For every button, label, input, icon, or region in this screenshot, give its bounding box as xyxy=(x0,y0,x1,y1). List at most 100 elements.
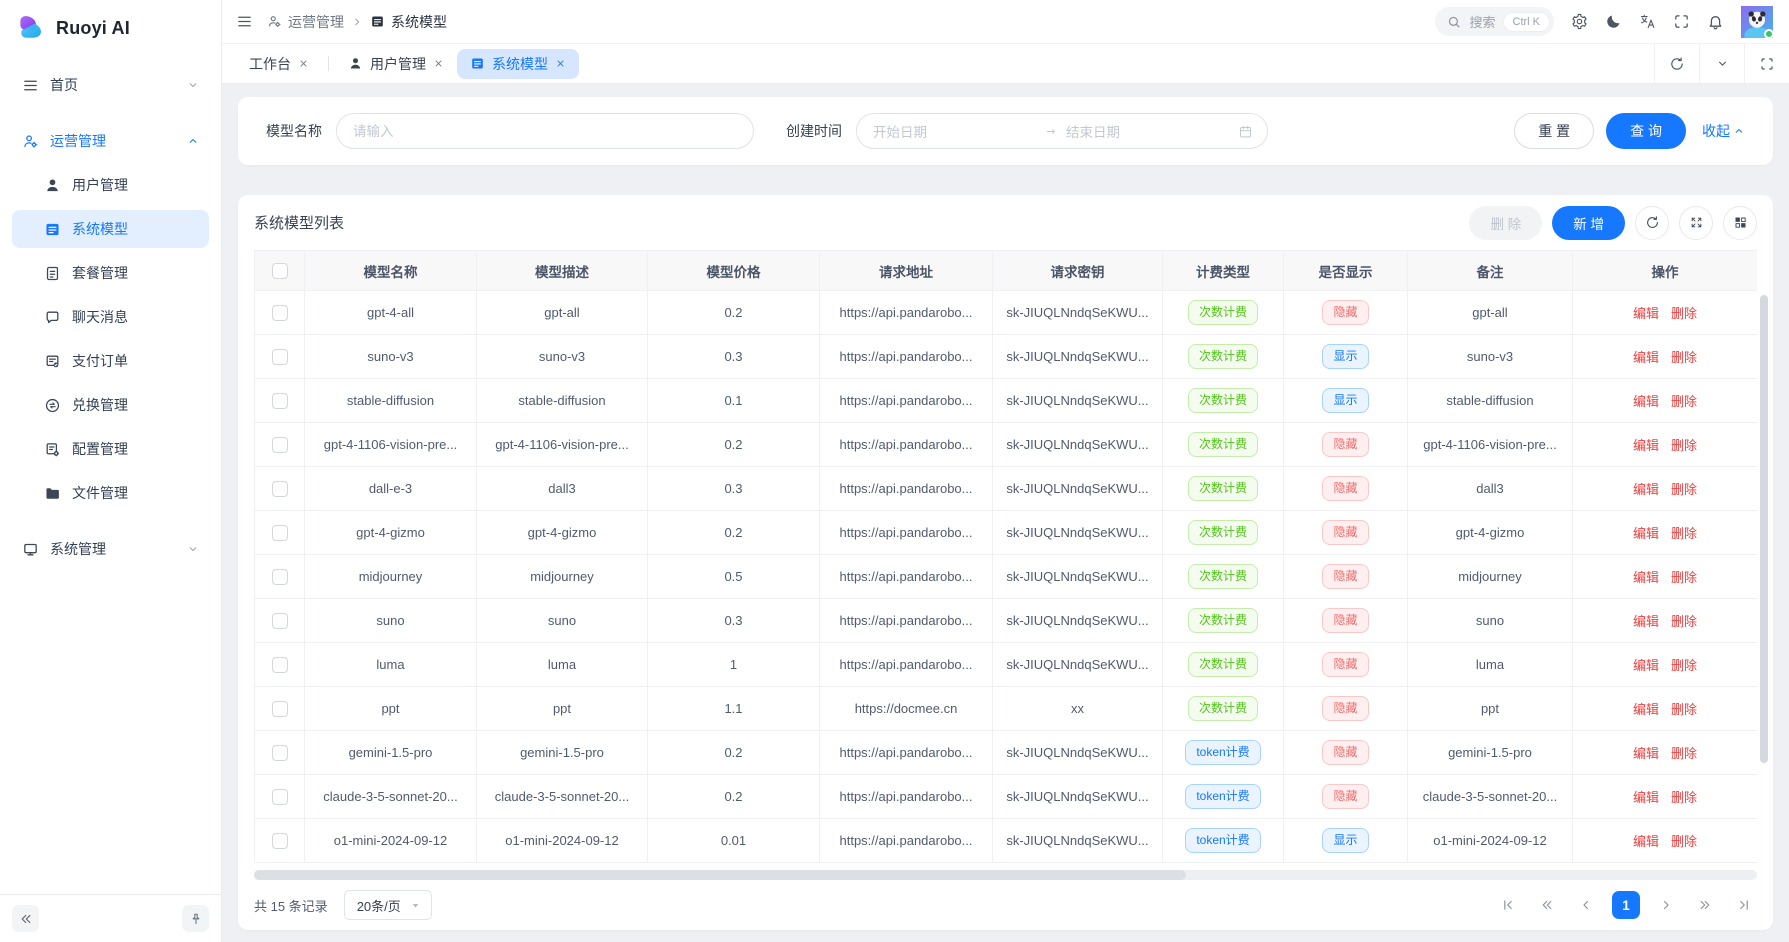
breadcrumb-item-system-model[interactable]: 系统模型 xyxy=(370,12,447,32)
row-checkbox[interactable] xyxy=(272,701,288,717)
settings-icon[interactable] xyxy=(1571,13,1588,30)
sidebar-collapse-button[interactable] xyxy=(12,905,39,932)
row-checkbox[interactable] xyxy=(272,569,288,585)
tab-refresh-button[interactable] xyxy=(1654,44,1699,83)
hamburger-menu-icon[interactable] xyxy=(236,13,253,30)
row-checkbox[interactable] xyxy=(272,525,288,541)
collapse-filter-link[interactable]: 收起 xyxy=(1702,121,1745,141)
fullscreen-icon[interactable] xyxy=(1673,13,1690,30)
delete-link[interactable]: 删除 xyxy=(1671,614,1697,629)
close-icon[interactable] xyxy=(298,58,309,69)
delete-link[interactable]: 删除 xyxy=(1671,658,1697,673)
sidebar-item-package-mgmt[interactable]: 套餐管理 xyxy=(12,254,209,292)
delete-link[interactable]: 删除 xyxy=(1671,482,1697,497)
tab-maximize-button[interactable] xyxy=(1744,44,1789,83)
pagination-page-1[interactable]: 1 xyxy=(1612,891,1640,919)
pagination-next-fast-button[interactable] xyxy=(1692,892,1718,918)
dark-mode-icon[interactable] xyxy=(1605,13,1622,30)
user-avatar[interactable] xyxy=(1741,6,1773,38)
sidebar-item-exchange-mgmt[interactable]: 兑换管理 xyxy=(12,386,209,424)
cell-model-name: gpt-4-1106-vision-pre... xyxy=(305,423,477,467)
delete-link[interactable]: 删除 xyxy=(1671,570,1697,585)
close-icon[interactable] xyxy=(433,58,444,69)
edit-link[interactable]: 编辑 xyxy=(1633,834,1659,849)
row-checkbox[interactable] xyxy=(272,657,288,673)
table-fullscreen-button[interactable] xyxy=(1679,206,1713,240)
pagination-last-button[interactable] xyxy=(1731,892,1757,918)
create-time-range-picker[interactable]: 开始日期 结束日期 xyxy=(856,113,1268,149)
sidebar-item-system-model[interactable]: 系统模型 xyxy=(12,210,209,248)
table-refresh-button[interactable] xyxy=(1635,206,1669,240)
row-checkbox[interactable] xyxy=(272,481,288,497)
global-search[interactable]: 搜索 Ctrl K xyxy=(1435,7,1554,36)
model-name-input[interactable] xyxy=(336,113,754,149)
edit-link[interactable]: 编辑 xyxy=(1633,790,1659,805)
sidebar-item-config-mgmt[interactable]: 配置管理 xyxy=(12,430,209,468)
sidebar-item-system-mgmt[interactable]: 系统管理 xyxy=(12,530,209,568)
row-checkbox[interactable] xyxy=(272,437,288,453)
add-button[interactable]: 新 增 xyxy=(1552,206,1625,240)
delete-link[interactable]: 删除 xyxy=(1671,350,1697,365)
edit-link[interactable]: 编辑 xyxy=(1633,394,1659,409)
notifications-icon[interactable] xyxy=(1707,13,1724,30)
row-checkbox[interactable] xyxy=(272,833,288,849)
row-checkbox[interactable] xyxy=(272,613,288,629)
sidebar-item-chat-messages[interactable]: 聊天消息 xyxy=(12,298,209,336)
delete-link[interactable]: 删除 xyxy=(1671,790,1697,805)
table-row: gpt-4-1106-vision-pre...gpt-4-1106-visio… xyxy=(255,423,1758,467)
horizontal-scrollbar-thumb[interactable] xyxy=(254,870,1186,880)
delete-link[interactable]: 删除 xyxy=(1671,438,1697,453)
sidebar-item-payment-orders[interactable]: 支付订单 xyxy=(12,342,209,380)
edit-link[interactable]: 编辑 xyxy=(1633,570,1659,585)
edit-link[interactable]: 编辑 xyxy=(1633,438,1659,453)
sidebar-item-file-mgmt[interactable]: 文件管理 xyxy=(12,474,209,512)
delete-button[interactable]: 删 除 xyxy=(1469,206,1542,240)
edit-link[interactable]: 编辑 xyxy=(1633,350,1659,365)
pagination-prev-button[interactable] xyxy=(1573,892,1599,918)
sidebar-item-home[interactable]: 首页 xyxy=(12,66,209,104)
row-checkbox[interactable] xyxy=(272,393,288,409)
pagination-next-button[interactable] xyxy=(1653,892,1679,918)
row-checkbox[interactable] xyxy=(272,305,288,321)
sidebar-item-label: 配置管理 xyxy=(72,439,128,459)
delete-link[interactable]: 删除 xyxy=(1671,834,1697,849)
edit-link[interactable]: 编辑 xyxy=(1633,526,1659,541)
row-checkbox[interactable] xyxy=(272,745,288,761)
cell-request-url: https://api.pandarobo... xyxy=(820,467,993,511)
column-settings-button[interactable] xyxy=(1723,206,1757,240)
header-cell: 是否显示 xyxy=(1284,251,1408,291)
page-size-select[interactable]: 20条/页 xyxy=(344,890,432,920)
breadcrumb-item-operations[interactable]: 运营管理 xyxy=(267,12,344,32)
edit-link[interactable]: 编辑 xyxy=(1633,482,1659,497)
edit-link[interactable]: 编辑 xyxy=(1633,614,1659,629)
sidebar-item-user-mgmt[interactable]: 用户管理 xyxy=(12,166,209,204)
tab-workbench[interactable]: 工作台 xyxy=(236,49,322,79)
row-checkbox[interactable] xyxy=(272,789,288,805)
query-button[interactable]: 查 询 xyxy=(1606,113,1686,149)
delete-link[interactable]: 删除 xyxy=(1671,746,1697,761)
sidebar-item-operations[interactable]: 运营管理 xyxy=(12,122,209,160)
delete-link[interactable]: 删除 xyxy=(1671,702,1697,717)
sidebar-pin-button[interactable] xyxy=(182,905,209,932)
language-icon[interactable] xyxy=(1639,13,1656,30)
select-all-checkbox[interactable] xyxy=(272,263,288,279)
delete-link[interactable]: 删除 xyxy=(1671,394,1697,409)
pagination-prev-fast-button[interactable] xyxy=(1534,892,1560,918)
tab-more-button[interactable] xyxy=(1699,44,1744,83)
pagination-first-button[interactable] xyxy=(1495,892,1521,918)
edit-link[interactable]: 编辑 xyxy=(1633,306,1659,321)
vertical-scrollbar[interactable] xyxy=(1760,295,1768,763)
reset-button[interactable]: 重 置 xyxy=(1514,113,1594,149)
edit-link[interactable]: 编辑 xyxy=(1633,746,1659,761)
edit-link[interactable]: 编辑 xyxy=(1633,702,1659,717)
horizontal-scrollbar[interactable] xyxy=(254,870,1757,880)
row-checkbox[interactable] xyxy=(272,349,288,365)
edit-link[interactable]: 编辑 xyxy=(1633,658,1659,673)
brand-area[interactable]: Ruoyi AI xyxy=(0,0,221,56)
close-icon[interactable] xyxy=(555,58,566,69)
sidebar-menu: 首页运营管理用户管理系统模型套餐管理聊天消息支付订单兑换管理配置管理文件管理系统… xyxy=(0,56,221,894)
tab-system-model[interactable]: 系统模型 xyxy=(457,49,579,79)
delete-link[interactable]: 删除 xyxy=(1671,306,1697,321)
delete-link[interactable]: 删除 xyxy=(1671,526,1697,541)
tab-user-mgmt[interactable]: 用户管理 xyxy=(335,49,457,79)
